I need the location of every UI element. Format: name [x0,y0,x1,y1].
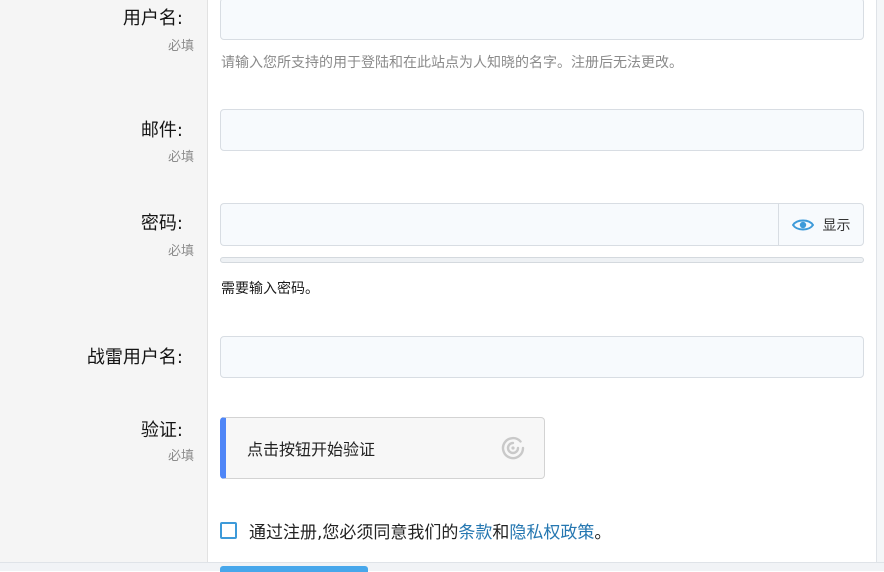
warthunder-username-label: 战雷用户名: [86,347,183,368]
warthunder-username-input[interactable] [220,336,864,378]
password-label: 密码: [140,213,183,234]
username-required: 必填 [167,39,194,54]
show-password-button[interactable]: 显示 [778,203,864,246]
register-button[interactable] [220,566,368,572]
label-column: 用户名: 必填 邮件: 必填 密码: 必填 战雷用户名: 验证: 必填 [0,0,208,570]
captcha-verify-button[interactable]: 点击按钮开始验证 [220,417,545,479]
email-required: 必填 [167,150,194,165]
terms-suffix: 。 [594,523,612,543]
username-label: 用户名: [122,8,183,29]
privacy-policy-link[interactable]: 隐私权政策 [509,518,594,543]
terms-and: 和 [492,523,510,543]
terms-link[interactable]: 条款 [458,518,492,543]
background-page-edge [876,0,884,570]
terms-prefix: 通过注册,您必须同意我们的 [249,523,459,543]
refresh-icon [501,436,525,460]
email-label: 邮件: [140,120,183,141]
username-input[interactable] [220,0,864,40]
username-hint: 请输入您所支持的用于登陆和在此站点为人知晓的名字。注册后无法更改。 [221,55,683,71]
password-required: 必填 [167,244,194,259]
verify-label: 验证: [140,420,183,441]
captcha-button-text: 点击按钮开始验证 [247,440,376,459]
verify-required: 必填 [167,449,194,464]
password-strength-meter [220,257,864,263]
terms-agreement: 通过注册,您必须同意我们的 条款 和 隐私权政策 。 [220,518,611,543]
password-input[interactable] [220,203,778,246]
agree-checkbox[interactable] [220,522,237,539]
email-input[interactable] [220,109,864,151]
password-message: 需要输入密码。 [221,281,319,297]
eye-icon [791,219,814,230]
show-password-label: 显示 [822,217,851,234]
